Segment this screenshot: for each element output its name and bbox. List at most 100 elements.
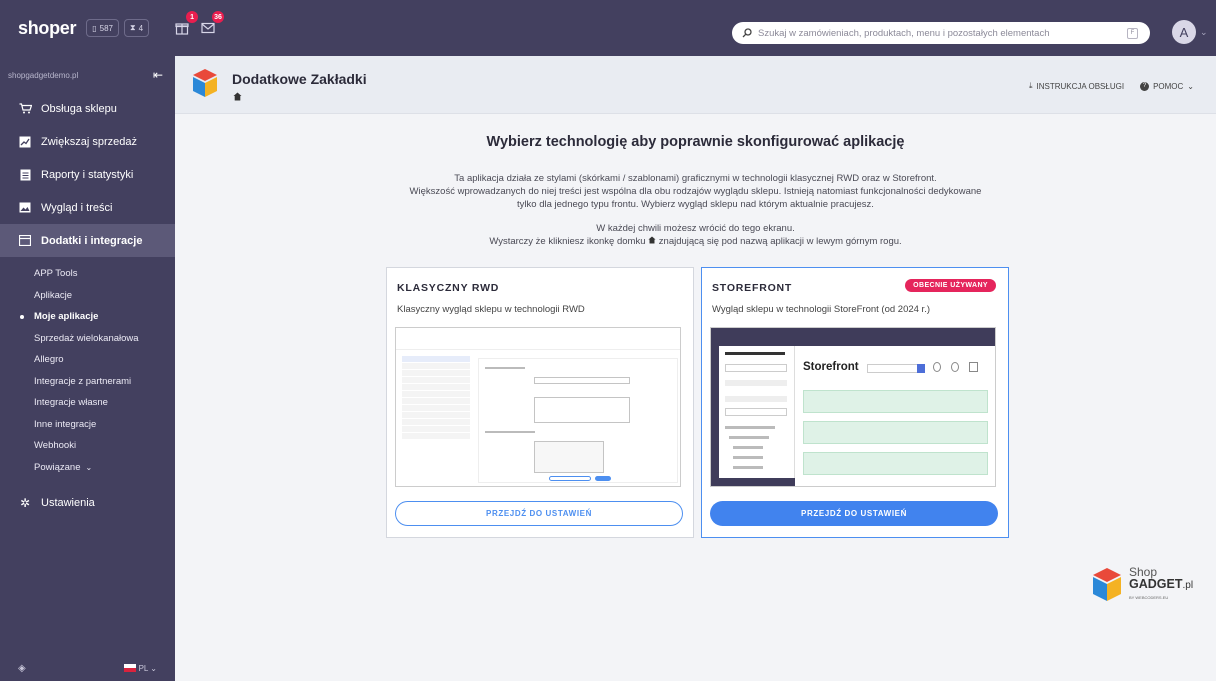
shop-name-row: shopgadgetdemo.pl ⇤ [0,56,175,82]
sidebar-item-label: Dodatki i integracje [41,234,143,247]
sidebar-item-label: Zwiększaj sprzedaż [41,135,137,148]
preview-block [803,390,988,413]
shopgadget-logo: Shop GADGET.pl BY WEBCODERS.EU [1091,565,1201,605]
preview-block [803,452,988,475]
classic-settings-button[interactable]: PRZEJDŹ DO USTAWIEŃ [395,501,683,526]
sub-item-apps[interactable]: Aplikacje [34,285,175,307]
sidebar-item-addons[interactable]: Dodatki i integracje [0,224,175,257]
brand-line2: GADGET.pl [1129,577,1193,591]
page-header: Dodatkowe Zakładki ⤓ INSTRUKCJA OBSŁUGI ?… [175,56,1216,114]
sidebar-item-label: Ustawienia [41,496,95,509]
sub-item-related[interactable]: Powiązane ⌄ [34,457,175,479]
hourglass-icon: ⧗ [129,23,136,32]
image-icon [18,202,32,214]
page-title: Dodatkowe Zakładki [232,71,367,87]
help-icon: ? [1140,81,1150,91]
description-line: tylko dla jednego typu frontu. Wybierz w… [517,199,874,210]
note-text-a: Wystarczy że klikniesz ikonkę domku [489,236,646,247]
brand-name: GADGET [1129,577,1183,591]
gift-button[interactable]: 1 [173,11,199,37]
chevron-down-icon[interactable]: ⌄ [1200,27,1208,38]
preview-sidebar [402,356,470,440]
note-line: W każdej chwili możesz wrócić do tego ek… [596,223,795,234]
sub-item-multichannel[interactable]: Sprzedaż wielokanałowa [34,328,175,350]
report-icon [18,169,32,181]
description-line: Ta aplikacja działa ze stylami (skórkami… [454,173,937,184]
sidebar-item-appearance[interactable]: Wygląd i treści [0,191,175,224]
card-title: KLASYCZNY RWD [397,282,500,294]
preview-topbar [711,328,995,346]
app-logo-icon [193,69,217,97]
home-icon[interactable] [233,92,242,104]
storefront-settings-button[interactable]: PRZEJDŹ DO USTAWIEŃ [710,501,998,526]
gift-notification-count: 1 [186,11,199,23]
gift-icon [175,23,189,35]
sidebar-item-reports[interactable]: Raporty i statystyki [0,158,175,191]
sidebar-item-label: Wygląd i treści [41,201,113,214]
orders-count: 587 [99,23,113,33]
preview-title: Storefront [803,361,859,373]
sidebar-item-sales[interactable]: Zwiększaj sprzedaż [0,125,175,158]
brand-line3: BY WEBCODERS.EU [1129,595,1169,600]
shoper-logo[interactable]: shoper [18,18,77,39]
preview-rail [711,346,719,486]
brand-suffix: .pl [1182,580,1194,591]
sidebar-item-settings[interactable]: ✲ Ustawienia [0,486,175,519]
search-icon [742,28,752,38]
shortcut-icon: F [1127,27,1138,39]
classic-rwd-card[interactable]: KLASYCZNY RWD Klasyczny wygląd sklepu w … [386,267,694,538]
sidebar-item-store[interactable]: Obsługa sklepu [0,92,175,125]
sub-item-app-tools[interactable]: APP Tools [34,263,175,285]
note-line: Wystarczy że klikniesz ikonkę domku znaj… [175,235,1216,248]
sub-item-webhooks[interactable]: Webhooki [34,435,175,457]
manual-link-label: INSTRUKCJA OBSŁUGI [1036,81,1125,91]
layers-icon[interactable]: ◈ [18,663,26,674]
card-title: STOREFRONT [712,282,793,294]
sidebar-submenu: APP Tools Aplikacje Moje aplikacje Sprze… [0,263,175,478]
pending-badge[interactable]: ⧗ 4 [123,19,150,37]
sub-item-own-integrations[interactable]: Integracje własne [34,392,175,414]
shop-name[interactable]: shopgadgetdemo.pl [8,71,78,80]
help-link[interactable]: ? POMOC ⌄ [1140,81,1194,91]
main-heading: Wybierz technologię aby poprawnie skonfi… [486,134,905,150]
download-icon: ⤓ [1028,81,1033,90]
avatar[interactable]: A [1172,20,1196,44]
global-search[interactable]: Szukaj w zamówieniach, produktach, menu … [732,22,1150,44]
document-icon: ▯ [92,23,97,33]
language-switcher[interactable]: PL ⌄ [123,663,157,673]
note-text-b: znajdującą się pod nazwą aplikacji w lew… [658,236,902,247]
note: W każdej chwili możesz wrócić do tego ek… [175,222,1216,248]
language-code: PL [138,663,149,673]
manual-link[interactable]: ⤓ INSTRUKCJA OBSŁUGI [1029,81,1124,91]
description-line: Większość wprowadzanych do niej treści j… [409,186,982,197]
preview-form [478,358,678,483]
description: Ta aplikacja działa ze stylami (skórkami… [175,172,1216,211]
sub-item-other-integrations[interactable]: Inne integracje [34,414,175,436]
storefront-card[interactable]: STOREFRONT OBECNIE UŻYWANY Wygląd sklepu… [701,267,1009,538]
mail-notification-count: 36 [212,11,225,23]
mail-button[interactable]: 36 [199,11,225,37]
orders-badge[interactable]: ▯ 587 [86,19,119,37]
sidebar-nav: Obsługa sklepu Zwiększaj sprzedaż Raport… [0,92,175,257]
classic-preview-image [395,327,681,487]
gear-icon: ✲ [19,495,31,510]
chevron-down-icon: ⌄ [85,462,93,472]
sub-item-allegro[interactable]: Allegro [34,349,175,371]
preview-header [396,328,680,350]
apps-icon [18,235,32,247]
storefront-preview-image: Storefront [710,327,996,487]
preview-panel [711,346,795,486]
main-content: Wybierz technologię aby poprawnie skonfi… [175,114,1216,681]
sidebar: shopgadgetdemo.pl ⇤ Obsługa sklepu Zwięk… [0,56,175,681]
sub-item-my-apps[interactable]: Moje aplikacje [20,306,175,328]
card-description: Klasyczny wygląd sklepu w technologii RW… [397,304,585,315]
search-input[interactable]: Szukaj w zamówieniach, produktach, menu … [758,28,1127,39]
shopgadget-logo-icon [1093,568,1121,601]
sub-item-partner-integrations[interactable]: Integracje z partnerami [34,371,175,393]
card-description: Wygląd sklepu w technologii StoreFront (… [712,304,930,315]
mail-icon [201,22,215,34]
cart-icon [18,103,32,115]
preview-block [803,421,988,444]
collapse-sidebar-icon[interactable]: ⇤ [153,68,163,82]
pending-count: 4 [138,23,144,33]
